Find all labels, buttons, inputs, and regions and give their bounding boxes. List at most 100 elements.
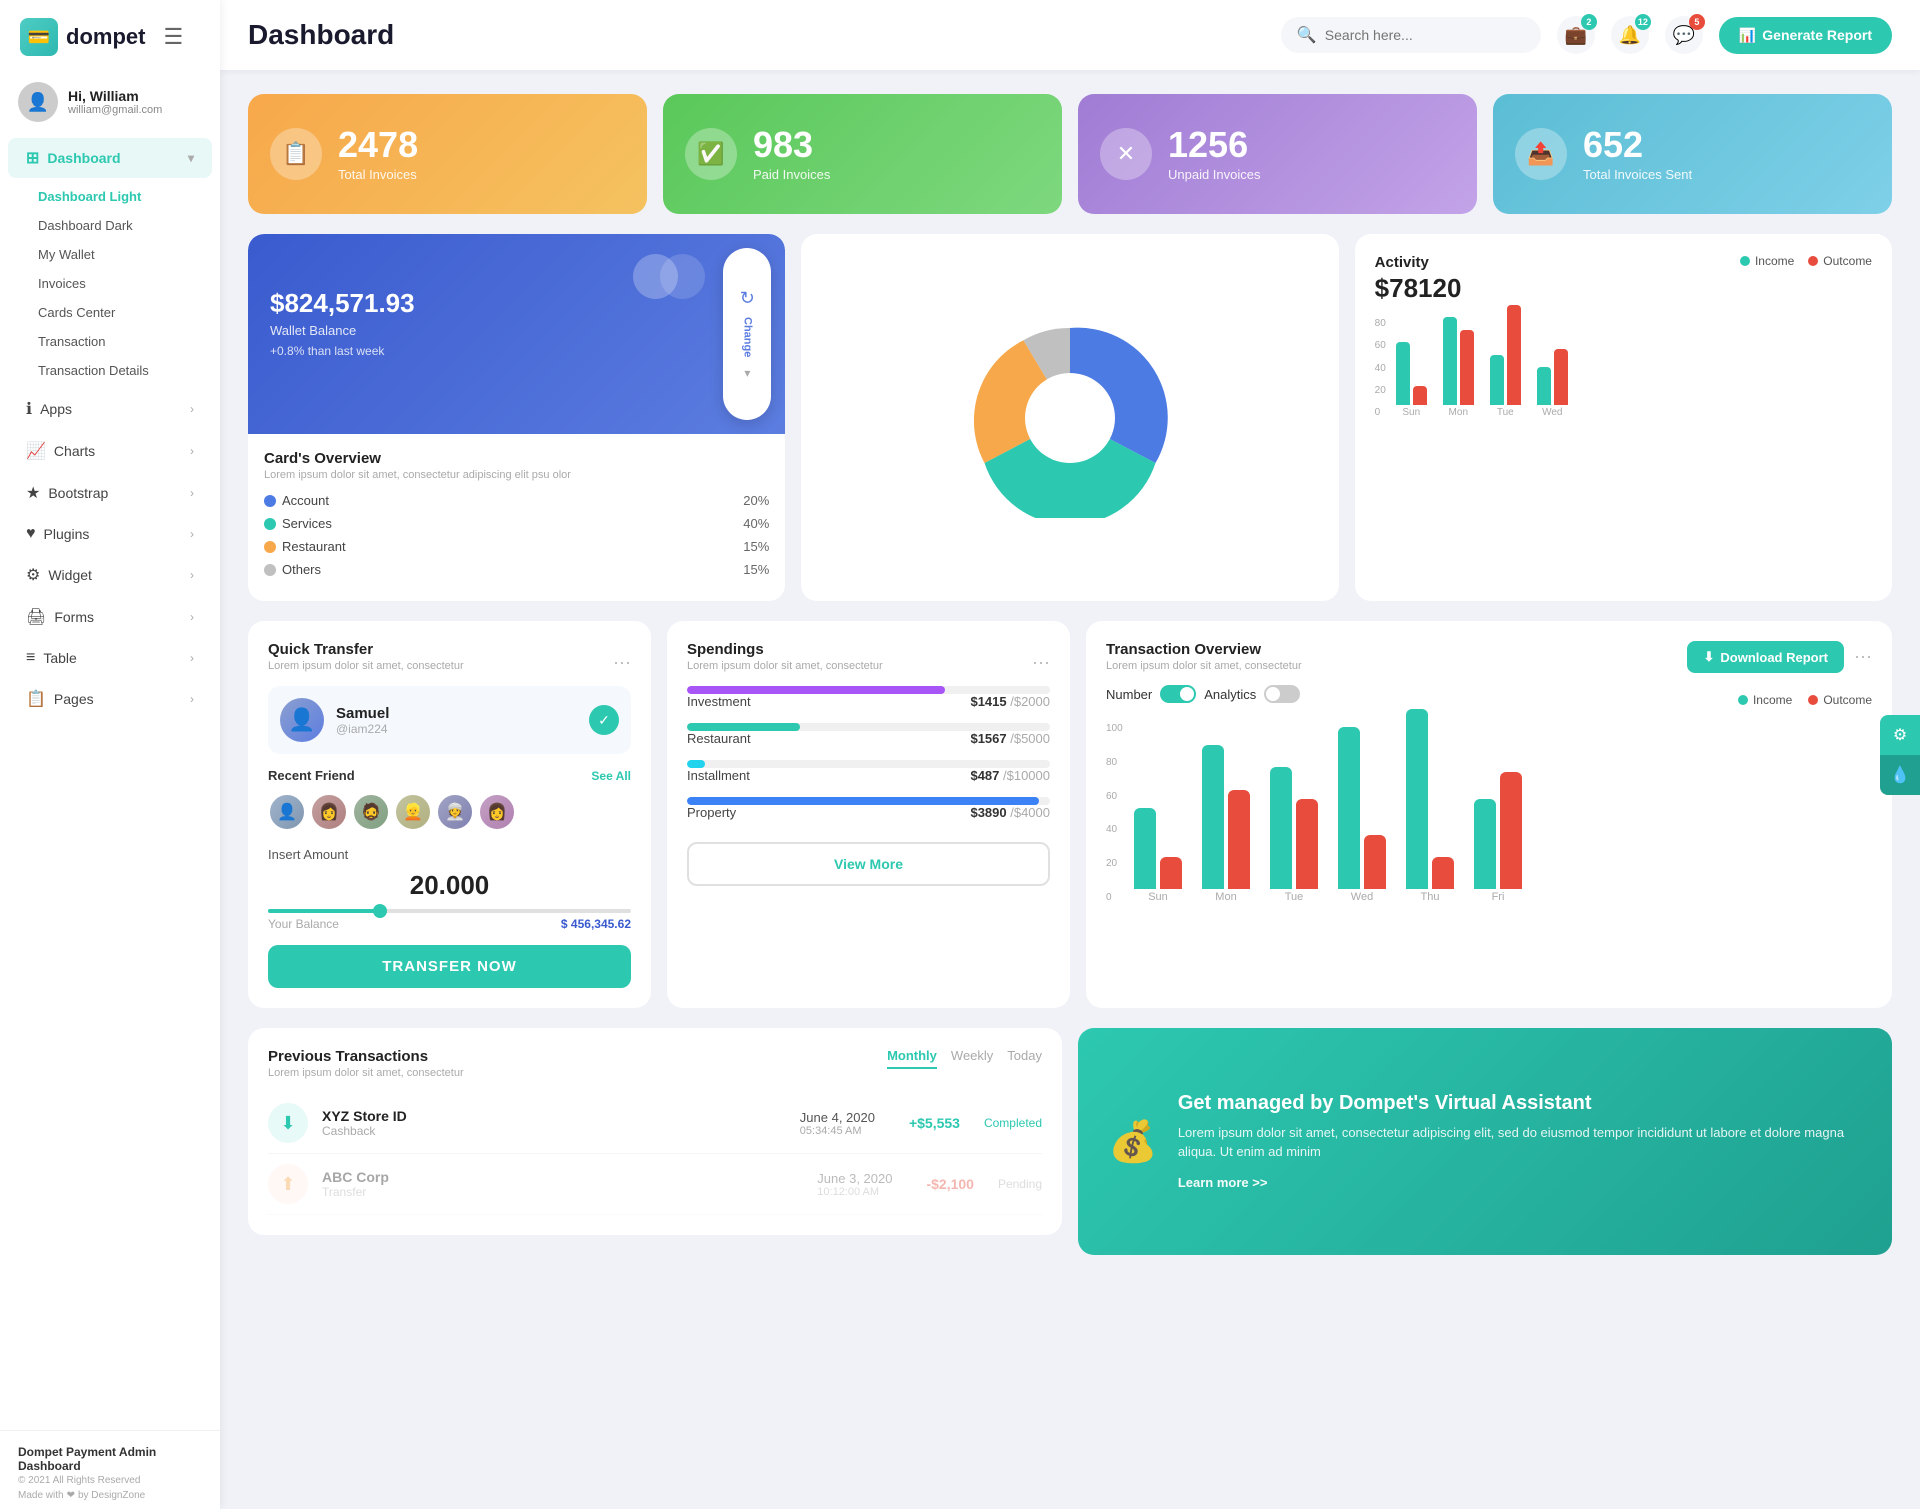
table-row: ⬇ XYZ Store ID Cashback June 4, 2020 05:…: [268, 1093, 1042, 1154]
stat-number-total: 2478: [338, 127, 418, 163]
sidebar-sub-dashboard-light[interactable]: Dashboard Light: [0, 182, 220, 211]
settings-fixed-button[interactable]: ⚙: [1880, 715, 1920, 755]
sidebar-item-label: Table: [43, 650, 76, 666]
sidebar-item-dashboard[interactable]: ⊞ Dashboard ▾: [8, 138, 212, 178]
friend-avatar-6[interactable]: 👩: [478, 793, 516, 831]
sidebar-item-label: Charts: [54, 443, 95, 459]
to-menu-button[interactable]: ⋯: [1854, 647, 1872, 668]
pt-row-name-2: ABC Corp: [322, 1169, 389, 1185]
balance-label: Your Balance: [268, 917, 339, 931]
sidebar-item-pages[interactable]: 📋 Pages ›: [8, 679, 212, 719]
stat-number-paid: 983: [753, 127, 830, 163]
friend-avatar-5[interactable]: 👳: [436, 793, 474, 831]
friend-avatar-3[interactable]: 🧔: [352, 793, 390, 831]
star-icon: ★: [26, 483, 40, 503]
search-input[interactable]: [1325, 27, 1505, 43]
sidebar-sub-cards-center[interactable]: Cards Center: [0, 298, 220, 327]
transfer-user-card: 👤 Samuel @iam224 ✓: [268, 686, 631, 754]
tab-today[interactable]: Today: [1007, 1048, 1042, 1069]
wallet-change: +0.8% than last week: [270, 344, 763, 358]
friend-avatar-2[interactable]: 👩: [310, 793, 348, 831]
tab-monthly[interactable]: Monthly: [887, 1048, 937, 1069]
activity-title: Activity: [1375, 254, 1462, 271]
sidebar-item-plugins[interactable]: ♥ Plugins ›: [8, 515, 212, 553]
insert-amount: 20.000: [268, 870, 631, 901]
to-bar-outcome-sun: [1160, 857, 1182, 889]
bar-income-tue: [1490, 355, 1504, 405]
to-bar-income-wed: [1338, 727, 1360, 889]
logo-icon: 💳: [20, 18, 58, 56]
dot-restaurant: [264, 541, 276, 553]
sidebar-sub-my-wallet[interactable]: My Wallet: [0, 240, 220, 269]
sidebar-item-charts[interactable]: 📈 Charts ›: [8, 431, 212, 471]
dot-others: [264, 564, 276, 576]
to-bar-outcome-thu: [1432, 857, 1454, 889]
chevron-down-icon: ▾: [744, 366, 750, 380]
spend-bar-installment: [687, 760, 705, 768]
pt-row-amount-2: -$2,100: [926, 1176, 973, 1192]
stat-card-sent: 📤 652 Total Invoices Sent: [1493, 94, 1892, 214]
hamburger-button[interactable]: ☰: [153, 24, 183, 50]
pages-icon: 📋: [26, 689, 46, 709]
sidebar-sub-transaction-details[interactable]: Transaction Details: [0, 356, 220, 385]
to-legend: Income Outcome: [1738, 693, 1872, 707]
sidebar-sub-dashboard-dark[interactable]: Dashboard Dark: [0, 211, 220, 240]
bell-icon-btn[interactable]: 🔔 12: [1611, 16, 1649, 54]
spend-item-installment: Installment $487 /$10000: [687, 760, 1050, 783]
sidebar-item-apps[interactable]: ℹ Apps ›: [8, 389, 212, 429]
dot-account: [264, 495, 276, 507]
stat-icon-unpaid: ✕: [1100, 128, 1152, 180]
quick-transfer-sub: Lorem ipsum dolor sit amet, consectetur: [268, 660, 464, 672]
transfer-now-button[interactable]: TRANSFER NOW: [268, 945, 631, 988]
drop-fixed-button[interactable]: 💧: [1880, 755, 1920, 795]
bar-income-sun: [1396, 342, 1410, 405]
download-label: Download Report: [1720, 650, 1828, 665]
pt-row-status-2: Pending: [998, 1177, 1042, 1191]
pt-sub: Lorem ipsum dolor sit amet, consectetur: [268, 1067, 464, 1079]
generate-report-button[interactable]: 📊 Generate Report: [1719, 17, 1892, 54]
footer-copy: © 2021 All Rights Reserved: [18, 1475, 202, 1486]
analytics-label: Analytics: [1204, 687, 1256, 702]
generate-label: Generate Report: [1762, 27, 1872, 43]
outcome-legend-dot: [1808, 256, 1818, 266]
to-bar-outcome-fri: [1500, 772, 1522, 889]
spendings-menu-button[interactable]: ⋯: [1032, 653, 1050, 674]
quick-transfer-menu-button[interactable]: ⋯: [613, 653, 631, 674]
to-bar-income-fri: [1474, 799, 1496, 889]
balance-row: Your Balance $ 456,345.62: [268, 917, 631, 931]
sidebar-sub-transaction[interactable]: Transaction: [0, 327, 220, 356]
friend-avatar-4[interactable]: 👱: [394, 793, 432, 831]
number-toggle[interactable]: [1160, 685, 1196, 703]
sidebar-item-widget[interactable]: ⚙ Widget ›: [8, 555, 212, 595]
pt-row-amount: +$5,553: [909, 1115, 960, 1131]
download-report-button[interactable]: ⬇ Download Report: [1687, 641, 1844, 673]
sidebar-sub-invoices[interactable]: Invoices: [0, 269, 220, 298]
to-income-label: Income: [1753, 693, 1792, 707]
sidebar-item-forms[interactable]: 🖨 Forms ›: [8, 597, 212, 637]
va-learn-more-link[interactable]: Learn more >>: [1178, 1175, 1268, 1190]
overview-row-restaurant: Restaurant 15%: [264, 539, 769, 554]
wallet-badge: 2: [1581, 14, 1597, 30]
chat-icon-btn[interactable]: 💬 5: [1665, 16, 1703, 54]
view-more-button[interactable]: View More: [687, 842, 1050, 886]
spend-bar-restaurant: [687, 723, 800, 731]
transfer-avatar: 👤: [280, 698, 324, 742]
sidebar-item-bootstrap[interactable]: ★ Bootstrap ›: [8, 473, 212, 513]
wallet-card: ↻ Change ▾ $824,571.93 Wallet Balance +0…: [248, 234, 785, 434]
sidebar-item-table[interactable]: ≡ Table ›: [8, 639, 212, 677]
bar-outcome-tue: [1507, 305, 1521, 405]
sidebar-item-label: Bootstrap: [48, 485, 108, 501]
tab-weekly[interactable]: Weekly: [951, 1048, 993, 1069]
download-icon: ⬇: [1703, 649, 1714, 665]
friend-avatar-1[interactable]: 👤: [268, 793, 306, 831]
amount-slider[interactable]: [268, 909, 631, 913]
page-title: Dashboard: [248, 19, 1265, 51]
stat-cards-row: 📋 2478 Total Invoices ✅ 983 Paid Invoice…: [248, 94, 1892, 214]
analytics-toggle[interactable]: [1264, 685, 1300, 703]
spendings-panel: Spendings Lorem ipsum dolor sit amet, co…: [667, 621, 1070, 1008]
see-all-button[interactable]: See All: [591, 769, 631, 783]
overview-row-account: Account 20%: [264, 493, 769, 508]
wallet-icon-btn[interactable]: 💼 2: [1557, 16, 1595, 54]
chat-badge: 5: [1689, 14, 1705, 30]
to-chart: 0 20 40 60 80 100: [1106, 723, 1872, 903]
